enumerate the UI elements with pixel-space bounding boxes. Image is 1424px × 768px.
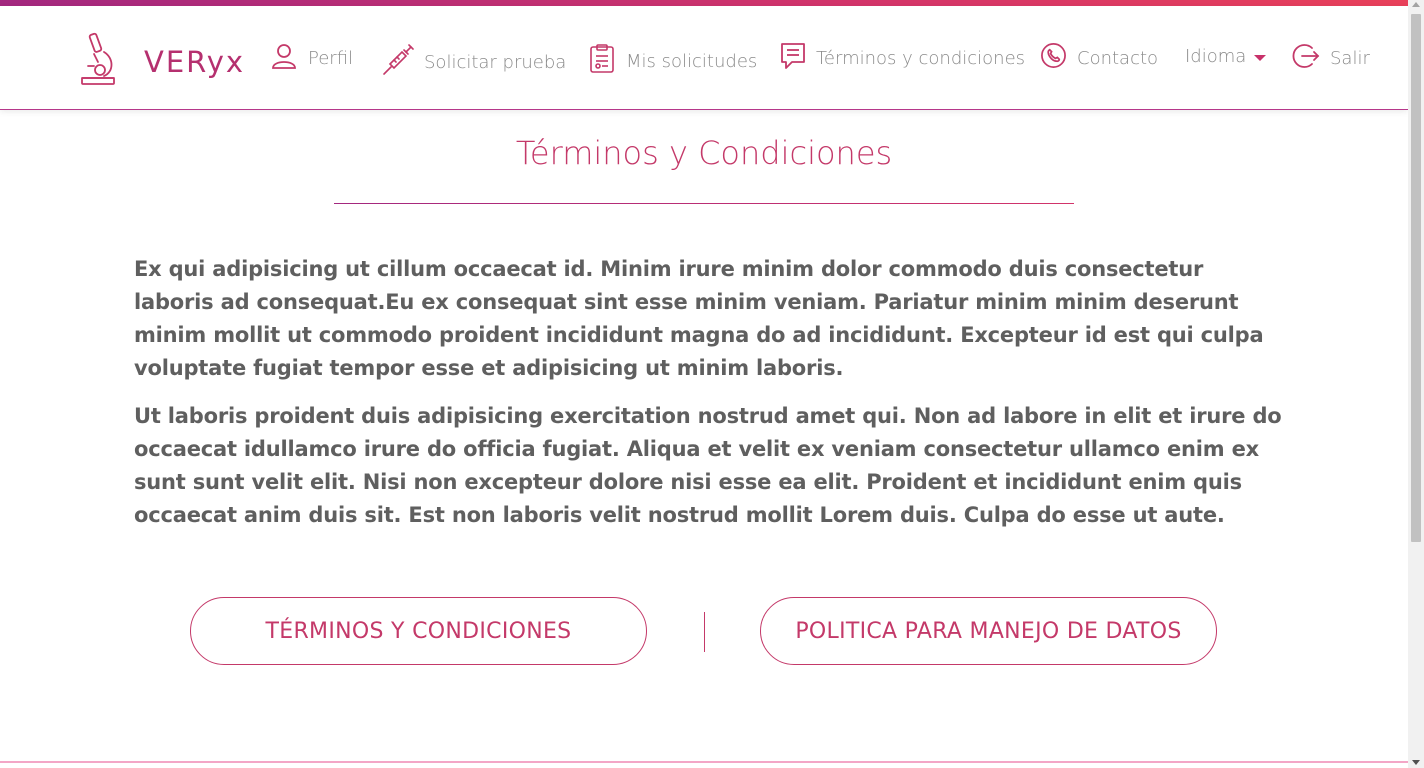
- nav-request-test-label: Solicitar prueba: [424, 52, 567, 73]
- navbar: VERyx Perfil Solicitar prueba Mis solici…: [0, 6, 1408, 110]
- caret-down-icon: [1254, 54, 1267, 61]
- data-policy-button[interactable]: POLITICA PARA MANEJO DE DATOS: [760, 597, 1217, 665]
- brand[interactable]: VERyx: [78, 32, 245, 91]
- logout-icon: [1292, 42, 1330, 75]
- nav-contact[interactable]: Contacto: [1040, 42, 1158, 74]
- nav-terms[interactable]: Términos y condiciones: [780, 42, 1025, 75]
- title-divider: [334, 203, 1074, 204]
- nav-language-label: Idioma: [1185, 46, 1247, 67]
- nav-logout[interactable]: Salir: [1292, 42, 1370, 75]
- nav-profile[interactable]: Perfil: [270, 42, 353, 75]
- syringe-icon: [382, 44, 424, 81]
- terms-paragraph: Ut laboris proident duis adipisicing exe…: [134, 404, 1282, 527]
- nav-terms-label: Términos y condiciones: [816, 48, 1026, 69]
- chat-bubble-icon: [780, 42, 816, 75]
- page-title: Términos y Condiciones: [515, 134, 893, 172]
- nav-contact-label: Contacto: [1077, 47, 1159, 69]
- nav-my-requests-label: Mis solicitudes: [626, 51, 758, 72]
- user-icon: [270, 42, 308, 75]
- terms-paragraph: Ex qui adipisicing ut cillum occaecat id…: [134, 257, 1264, 380]
- scroll-up-arrow[interactable]: [1412, 2, 1420, 7]
- scroll-thumb[interactable]: [1411, 14, 1421, 542]
- button-separator: [704, 612, 705, 652]
- phone-icon: [1040, 42, 1077, 74]
- nav-profile-label: Perfil: [308, 48, 354, 69]
- microscope-icon: [78, 32, 144, 91]
- clipboard-icon: [588, 44, 626, 79]
- brand-name: VERyx: [144, 44, 246, 79]
- nav-logout-label: Salir: [1330, 48, 1370, 69]
- nav-language-dropdown[interactable]: Idioma: [1185, 46, 1267, 67]
- scroll-down-arrow[interactable]: [1412, 760, 1420, 765]
- terms-content: Ex qui adipisicing ut cillum occaecat id…: [134, 253, 1284, 547]
- scrollbar[interactable]: [1408, 0, 1424, 768]
- terms-button[interactable]: TÉRMINOS Y CONDICIONES: [190, 597, 647, 665]
- nav-request-test[interactable]: Solicitar prueba: [382, 44, 566, 81]
- nav-my-requests[interactable]: Mis solicitudes: [588, 44, 757, 79]
- footer-line: [0, 761, 1408, 763]
